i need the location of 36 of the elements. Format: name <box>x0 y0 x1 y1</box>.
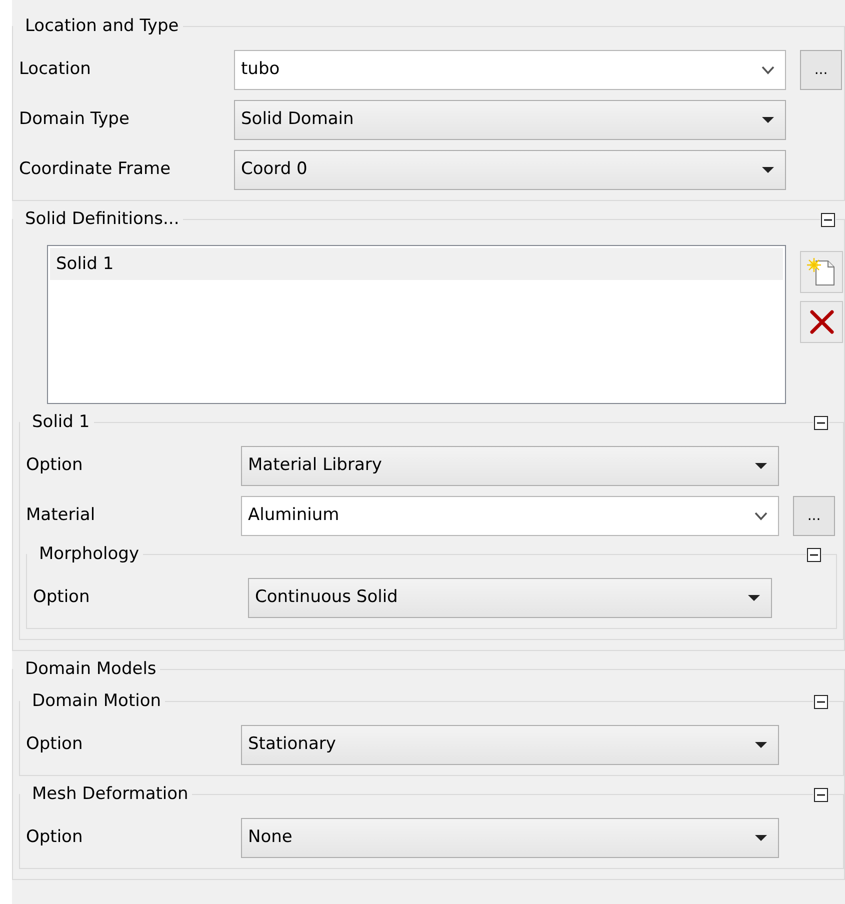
dropdown[interactable]: Stationary <box>241 725 779 765</box>
collapse-icon[interactable] <box>820 212 836 228</box>
caret-icon <box>761 116 775 124</box>
field-label: Option <box>26 733 84 756</box>
collapse-icon[interactable] <box>813 787 829 803</box>
collapse-icon[interactable] <box>813 694 829 710</box>
new-document-icon <box>806 257 834 286</box>
delete-button[interactable] <box>800 301 843 343</box>
field-label: Coordinate Frame <box>19 158 172 182</box>
collapse-icon[interactable] <box>813 415 829 431</box>
dropdown[interactable]: tubo <box>234 50 786 90</box>
field-label: Location <box>19 58 92 82</box>
collapse-icon[interactable] <box>806 547 822 563</box>
dropdown[interactable]: Coord 0 <box>234 150 786 190</box>
field-label: Option <box>33 586 91 610</box>
new-button[interactable] <box>800 251 843 293</box>
chevron-icon <box>761 65 775 75</box>
dropdown[interactable]: Continuous Solid <box>248 578 772 618</box>
caret-icon <box>754 741 768 749</box>
dropdown[interactable]: Material Library <box>241 446 779 486</box>
dropdown[interactable]: Solid Domain <box>234 100 786 140</box>
field-label: Material <box>26 504 96 528</box>
field-label: Option <box>26 454 84 478</box>
dropdown[interactable]: None <box>241 818 779 858</box>
field-label: Option <box>26 826 84 850</box>
caret-icon <box>747 594 761 602</box>
caret-icon <box>754 834 768 842</box>
chevron-icon <box>754 511 768 521</box>
browse-button[interactable]: ... <box>800 50 842 90</box>
list-item[interactable]: Solid 1 <box>50 248 783 280</box>
delete-icon <box>810 310 834 334</box>
caret-icon <box>754 462 768 470</box>
dropdown[interactable]: Aluminium <box>241 496 779 536</box>
caret-icon <box>761 166 775 174</box>
field-label: Domain Type <box>19 108 130 132</box>
browse-button[interactable]: ... <box>793 496 835 536</box>
